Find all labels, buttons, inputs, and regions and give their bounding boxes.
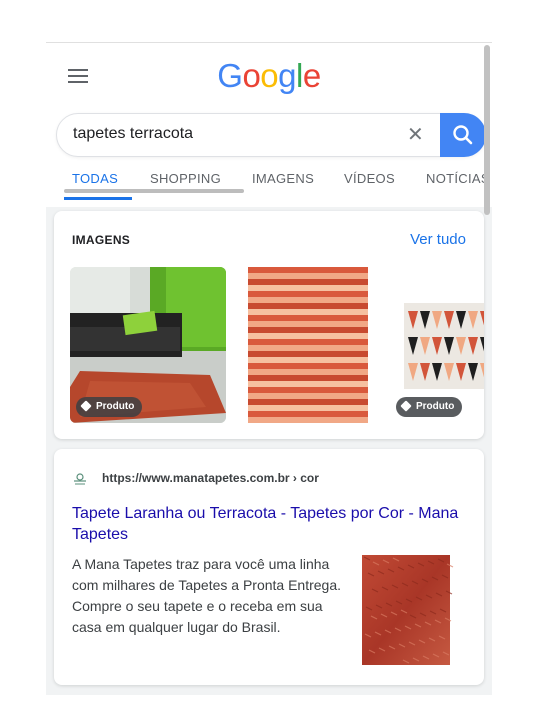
clear-icon[interactable]: ✕ (407, 122, 424, 147)
image-carousel: Produto Produto (70, 267, 484, 423)
image-thumbnail[interactable] (230, 267, 386, 423)
search-result: https://www.manatapetes.com.br › cor Tap… (54, 449, 484, 685)
page-scrollbar[interactable] (484, 45, 490, 215)
tab-imagens[interactable]: IMAGENS (252, 171, 314, 186)
google-logo[interactable]: Google (46, 57, 492, 95)
tab-videos[interactable]: VÍDEOS (344, 171, 395, 186)
logo-letter: G (217, 57, 243, 94)
striped-rug-image (230, 267, 386, 423)
logo-letter: o (260, 57, 279, 94)
search-button[interactable] (440, 113, 486, 157)
tag-icon (400, 400, 412, 412)
logo-letter: e (302, 57, 321, 94)
search-tabs: TODAS SHOPPING IMAGENS VÍDEOS NOTÍCIAS (46, 161, 492, 201)
tab-noticias[interactable]: NOTÍCIAS (426, 171, 490, 186)
search-box[interactable]: tapetes terracota ✕ (56, 113, 486, 157)
result-thumbnail[interactable] (358, 553, 454, 667)
result-title-link[interactable]: Tapete Laranha ou Terracota - Tapetes po… (72, 503, 467, 545)
product-badge: Produto (76, 397, 143, 417)
result-url[interactable]: https://www.manatapetes.com.br › cor (102, 471, 319, 485)
browser-viewport: Google tapetes terracota ✕ TODAS SHOPPIN… (46, 42, 492, 695)
tabs-scrollbar[interactable] (64, 189, 244, 193)
result-snippet: A Mana Tapetes traz para você uma linha … (72, 556, 342, 635)
logo-letter: o (242, 57, 261, 94)
terracotta-rug-image (362, 555, 454, 665)
active-tab-indicator (64, 197, 132, 200)
search-header: Google tapetes terracota ✕ TODAS SHOPPIN… (46, 43, 492, 207)
logo-letter: l (296, 57, 303, 94)
tag-icon (80, 400, 92, 412)
badge-label: Produto (96, 401, 135, 412)
tab-todas[interactable]: TODAS (72, 171, 118, 186)
search-icon (453, 125, 473, 145)
images-heading: IMAGENS (72, 233, 131, 247)
search-input[interactable]: tapetes terracota (73, 125, 193, 143)
see-all-link[interactable]: Ver tudo (410, 231, 466, 248)
image-thumbnail[interactable]: Produto (390, 267, 484, 423)
badge-label: Produto (416, 401, 455, 412)
logo-letter: g (278, 57, 297, 94)
tab-shopping[interactable]: SHOPPING (150, 171, 221, 186)
image-thumbnail[interactable]: Produto (70, 267, 226, 423)
site-favicon (74, 473, 86, 485)
images-card: IMAGENS Ver tudo Produto Produto (54, 211, 484, 439)
product-badge: Produto (396, 397, 463, 417)
